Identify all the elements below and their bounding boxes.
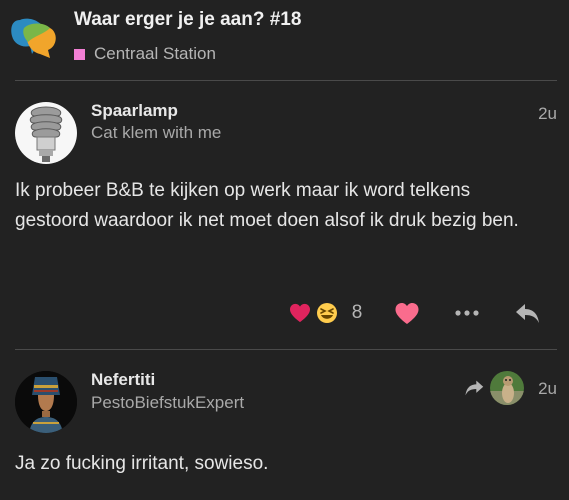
post-username[interactable]: Nefertiti [91, 370, 155, 390]
avatar[interactable] [15, 371, 77, 433]
nefertiti-bust-avatar-icon [15, 371, 77, 433]
post-actions: 8 [0, 300, 569, 326]
replied-user-avatar-icon [490, 371, 524, 405]
post-age[interactable]: 2u [538, 379, 557, 399]
category-color-swatch [74, 48, 85, 60]
post-user-title: Cat klem with me [91, 123, 222, 142]
topic-header: Waar erger je je aan? #18 Centraal Stati… [0, 0, 569, 80]
cfl-bulb-avatar-icon [15, 102, 77, 164]
reply-arrow-icon [465, 380, 484, 396]
more-actions-button[interactable] [452, 300, 482, 326]
ellipsis-icon [455, 310, 479, 316]
post-user-title: PestoBiefstukExpert [91, 393, 245, 412]
discourse-logo-icon[interactable] [10, 14, 66, 60]
category-badge[interactable]: Centraal Station [74, 44, 216, 64]
post-divider [15, 349, 557, 350]
reply-to-indicator[interactable] [464, 371, 526, 405]
like-button[interactable] [392, 300, 422, 326]
post-body: Ja zo fucking irritant, sowieso. [15, 453, 269, 474]
reply-button[interactable] [512, 300, 544, 326]
reaction-count[interactable]: 8 [346, 300, 368, 326]
header-divider [15, 80, 557, 81]
heart-icon [395, 302, 419, 324]
reactions-summary[interactable] [287, 300, 313, 326]
avatar[interactable] [15, 102, 77, 164]
post-age[interactable]: 2u [538, 104, 557, 124]
post-body: Ik probeer B&B te kijken op werk maar ik… [15, 180, 519, 231]
reply-icon [516, 304, 539, 323]
category-name: Centraal Station [94, 44, 216, 63]
topic-title[interactable]: Waar erger je je aan? #18 [74, 9, 301, 31]
grinning-squinting-emoji-icon[interactable] [314, 300, 340, 326]
heart-emoji-icon [290, 303, 310, 323]
post-username[interactable]: Spaarlamp [91, 101, 178, 121]
